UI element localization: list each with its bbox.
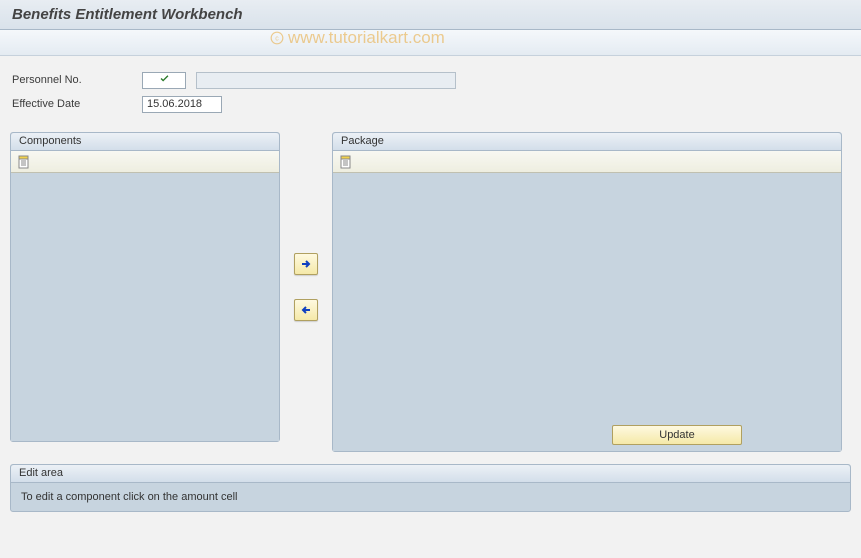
edit-area-title: Edit area: [11, 465, 850, 483]
move-right-button[interactable]: [294, 253, 318, 275]
components-panel: Components: [10, 132, 280, 442]
selection-form: Personnel No. Effective Date: [0, 56, 861, 126]
personnel-name-display: [196, 72, 456, 89]
transfer-controls: [280, 132, 332, 442]
update-button[interactable]: Update: [612, 425, 742, 445]
package-select-layout-button[interactable]: [337, 154, 355, 170]
personnel-no-row: Personnel No.: [12, 70, 849, 90]
title-bar: Benefits Entitlement Workbench: [0, 0, 861, 30]
components-select-layout-button[interactable]: [15, 154, 33, 170]
effective-date-label: Effective Date: [12, 98, 142, 110]
effective-date-row: Effective Date: [12, 94, 849, 114]
edit-area-hint: To edit a component click on the amount …: [11, 483, 850, 511]
page-title: Benefits Entitlement Workbench: [12, 6, 243, 23]
edit-area-panel: Edit area To edit a component click on t…: [10, 464, 851, 512]
effective-date-input[interactable]: [142, 96, 222, 113]
arrow-right-icon: [300, 258, 312, 270]
components-panel-title: Components: [11, 133, 279, 151]
package-footer: Update: [333, 419, 841, 451]
arrow-left-icon: [300, 304, 312, 316]
components-list[interactable]: [11, 173, 279, 441]
check-icon: [159, 73, 170, 87]
package-panel-title: Package: [333, 133, 841, 151]
sheet-icon: [17, 155, 31, 169]
personnel-no-label: Personnel No.: [12, 74, 142, 86]
components-toolbar: [11, 151, 279, 173]
package-list[interactable]: [333, 173, 841, 419]
application-toolbar: [0, 30, 861, 56]
package-toolbar: [333, 151, 841, 173]
move-left-button[interactable]: [294, 299, 318, 321]
sheet-icon: [339, 155, 353, 169]
personnel-no-input[interactable]: [142, 72, 186, 89]
main-area: Components: [0, 126, 861, 458]
package-panel: Package Update: [332, 132, 842, 452]
